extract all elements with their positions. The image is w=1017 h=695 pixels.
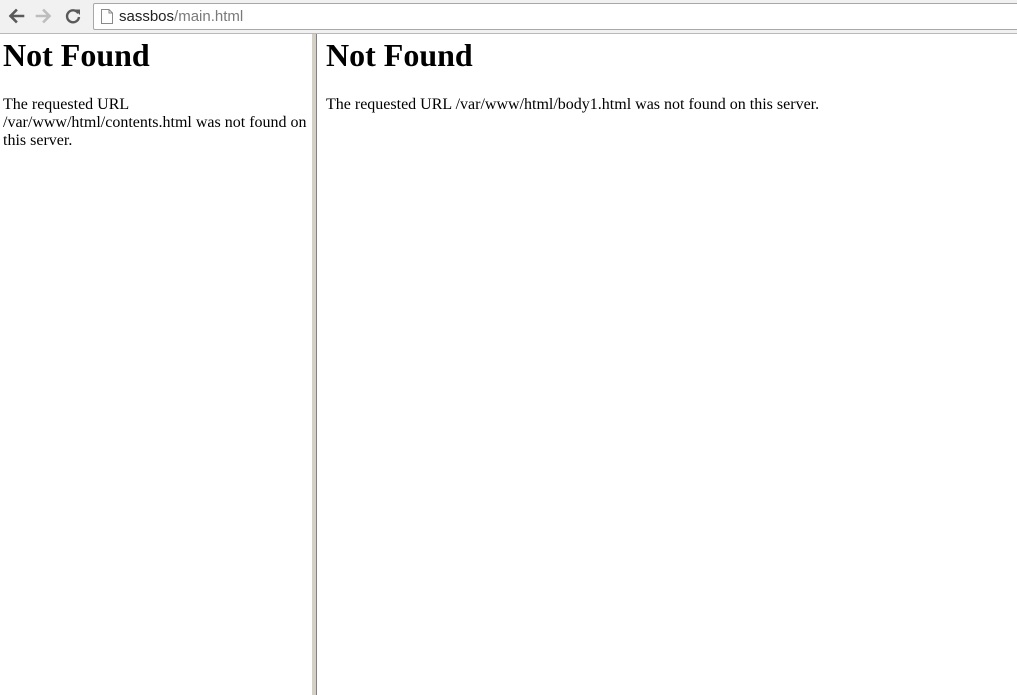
arrow-left-icon — [8, 8, 25, 24]
url-path: /main.html — [174, 8, 244, 25]
left-frame-heading: Not Found — [3, 37, 150, 73]
frameset: Not Found The requested URL /var/www/htm… — [0, 34, 1017, 695]
forward-button[interactable] — [33, 5, 55, 27]
browser-toolbar: sassbos/main.html — [0, 0, 1017, 34]
arrow-right-icon — [35, 8, 52, 24]
contents-frame: Not Found The requested URL /var/www/htm… — [0, 34, 311, 695]
reload-button[interactable] — [62, 5, 84, 27]
page-icon — [101, 9, 113, 24]
address-bar[interactable]: sassbos/main.html — [93, 3, 1017, 30]
left-frame-message: The requested URL /var/www/html/contents… — [3, 96, 307, 149]
reload-icon — [65, 9, 81, 24]
right-frame-heading: Not Found — [326, 37, 473, 73]
body-frame: Not Found The requested URL /var/www/htm… — [317, 34, 1017, 695]
url-host: sassbos — [119, 8, 175, 25]
right-frame-message: The requested URL /var/www/html/body1.ht… — [326, 96, 820, 113]
address-bar-url: sassbos/main.html — [119, 8, 243, 26]
back-button[interactable] — [5, 5, 27, 27]
